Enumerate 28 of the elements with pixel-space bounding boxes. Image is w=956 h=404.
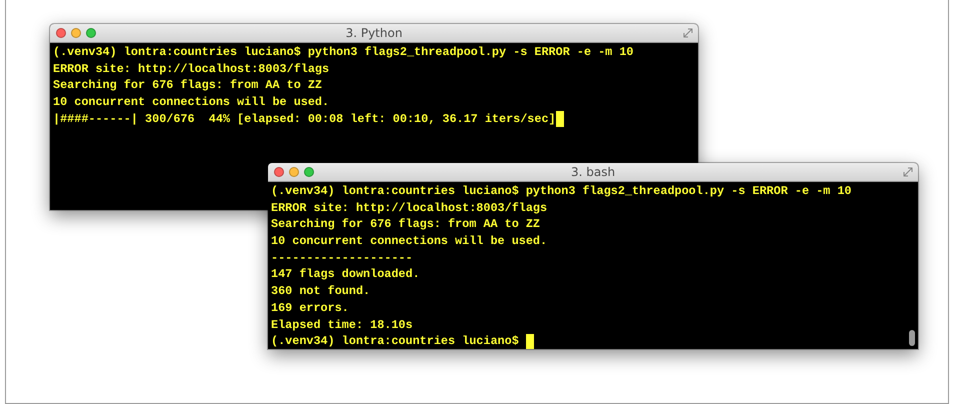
close-button[interactable] [274, 167, 284, 177]
terminal-line: 147 flags downloaded. [271, 266, 420, 284]
terminal-line: Searching for 676 flags: from AA to ZZ [271, 216, 540, 234]
terminal-line: -------------------- [271, 250, 413, 266]
zoom-button[interactable] [304, 167, 314, 177]
window-title: 3. Python [346, 26, 402, 40]
scrollbar-thumb[interactable] [909, 330, 915, 346]
terminal-line: ERROR site: http://localhost:8003/flags [53, 60, 330, 78]
terminal-line: 169 errors. [271, 300, 349, 317]
minimize-button[interactable] [71, 28, 81, 38]
expand-icon[interactable] [903, 167, 913, 177]
terminal-line: (.venv34) lontra:countries luciano$ python3 flags2_threadpool.py -s ERROR -e -m 10 [271, 183, 852, 200]
terminal-line: 10 concurrent connections will be used. [53, 94, 330, 111]
terminal-line: ERROR site: http://localhost:8003/flags [271, 200, 548, 216]
terminal-line: (.venv34) lontra:countries luciano$ python3 flags2_threadpool.py -s ERROR -e -m 10 [53, 44, 634, 61]
text-cursor [526, 334, 534, 349]
expand-icon[interactable] [683, 28, 693, 38]
close-button[interactable] [56, 28, 66, 38]
terminal-line: Searching for 676 flags: from AA to ZZ [53, 77, 322, 94]
minimize-button[interactable] [289, 167, 299, 177]
terminal-line: 10 concurrent connections will be used. [271, 233, 548, 250]
terminal-line: (.venv34) lontra:countries luciano$ [271, 333, 520, 349]
terminal-line: |####------| 300/676 44% [elapsed: 00:08 left: 00:10, 36.17 iters/sec] [53, 110, 556, 128]
window-title: 3. bash [570, 165, 616, 179]
text-cursor [556, 111, 564, 128]
zoom-button[interactable] [86, 28, 96, 38]
terminal-line: 360 not found. [271, 283, 370, 300]
terminal-line: Elapsed time: 18.10s [271, 316, 413, 334]
